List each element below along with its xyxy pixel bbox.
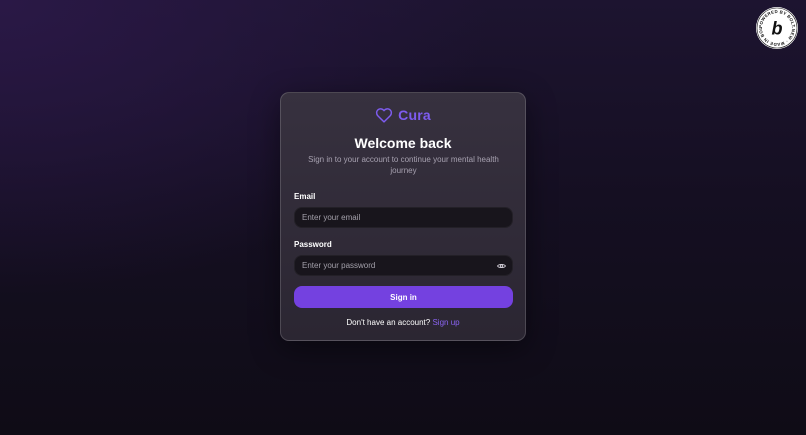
bolt-badge[interactable]: POWERED BY BOLT.NEW · MADE IN BOLT.NEW ·… [755, 6, 799, 50]
brand-name: Cura [398, 107, 431, 123]
page-subtitle: Sign in to your account to continue your… [308, 155, 499, 175]
signup-prompt: Don't have an account? Sign up [281, 318, 525, 327]
email-label: Email [294, 192, 316, 201]
svg-text:b: b [772, 19, 783, 39]
eye-icon[interactable] [497, 263, 506, 269]
brand: Cura [281, 107, 525, 123]
login-card: Cura Welcome back Sign in to your accoun… [280, 92, 526, 341]
email-field[interactable] [294, 207, 513, 228]
sign-in-button[interactable]: Sign in [294, 286, 513, 308]
signup-prompt-text: Don't have an account? [346, 318, 431, 327]
password-field[interactable] [294, 255, 513, 276]
page-title: Welcome back [354, 135, 452, 151]
heart-icon [376, 108, 393, 123]
bolt-logo-icon: b [772, 19, 783, 39]
password-label: Password [294, 240, 332, 249]
sign-up-link[interactable]: Sign up [432, 318, 459, 327]
